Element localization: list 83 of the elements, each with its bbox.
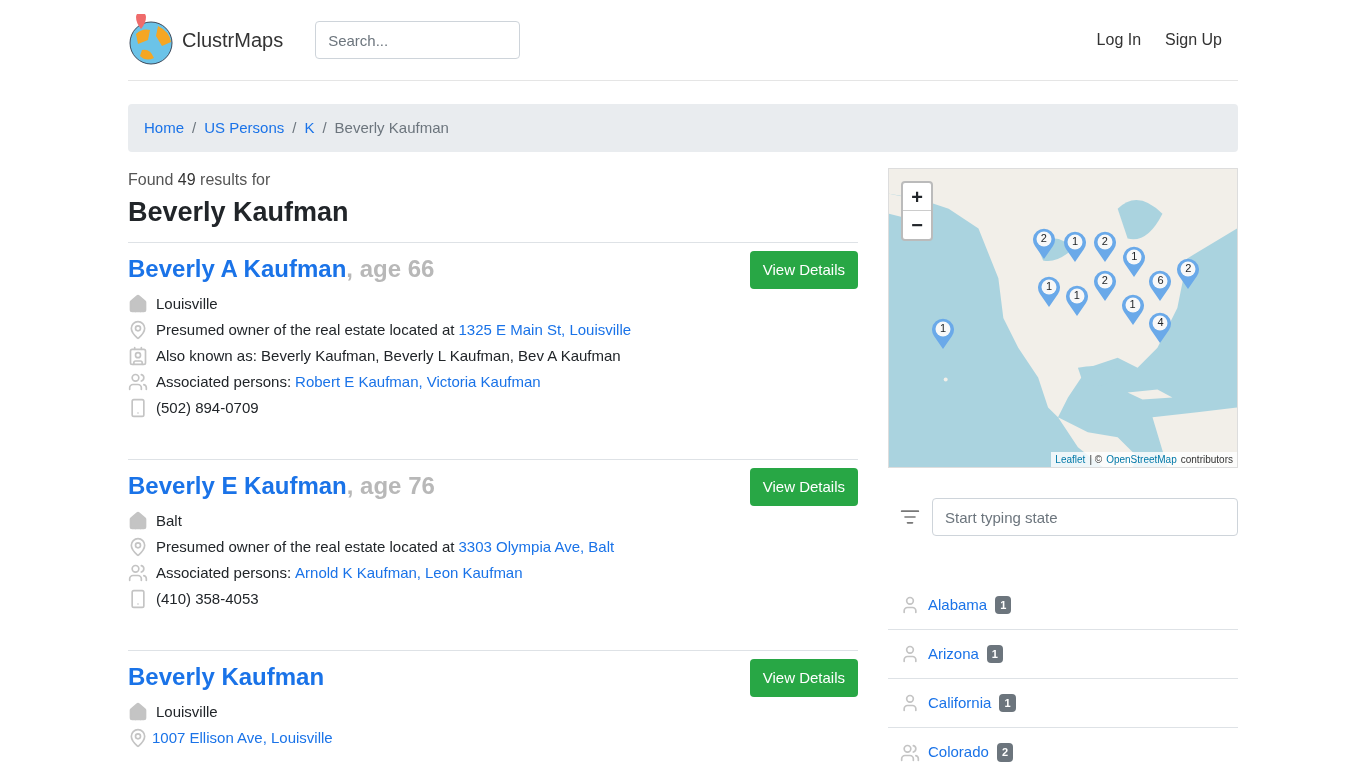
phone-icon <box>128 397 148 418</box>
filter-icon <box>900 507 920 527</box>
breadcrumb-separator: / <box>292 117 297 138</box>
house-icon <box>128 293 148 314</box>
person-name-link[interactable]: Beverly E Kaufman <box>128 471 347 499</box>
attribution-text: contributors <box>1180 453 1233 467</box>
location-pin-icon <box>128 536 148 557</box>
detail-link[interactable]: 1007 Ellison Ave, Louisville <box>152 726 333 749</box>
breadcrumb-separator: / <box>192 117 197 138</box>
view-details-button[interactable]: View Details <box>749 467 858 506</box>
attribution-separator: | © <box>1089 453 1103 467</box>
detail-link[interactable]: 1325 E Main St, Louisville <box>458 318 632 341</box>
house-icon <box>128 510 148 531</box>
breadcrumb-link[interactable]: K <box>304 116 315 140</box>
detail-text: (502) 894-0709 <box>156 397 259 418</box>
person-icon <box>900 644 920 664</box>
zoom-in-button[interactable]: + <box>903 183 931 211</box>
nav-link[interactable]: Sign Up <box>1165 28 1222 52</box>
zoom-out-button[interactable]: − <box>903 211 931 239</box>
person-age: , age 76 <box>346 471 435 499</box>
person-age: , age 66 <box>346 254 435 282</box>
openstreetmap-link[interactable]: OpenStreetMap <box>1106 452 1177 467</box>
breadcrumb-current: Beverly Kaufman <box>334 117 449 138</box>
map-marker[interactable]: 6 <box>1148 270 1173 303</box>
detail-text: Associated persons: <box>156 562 292 583</box>
detail-link[interactable]: Victoria Kaufman <box>426 370 541 393</box>
breadcrumb-link[interactable]: Home <box>144 116 184 140</box>
location-pin-icon <box>128 319 148 340</box>
detail-link[interactable]: 3303 Olympia Ave, Balt <box>458 535 615 558</box>
nav-link[interactable]: Log In <box>1096 28 1142 52</box>
count-badge: 2 <box>996 743 1013 762</box>
detail-text: Presumed owner of the real estate located at <box>156 536 455 557</box>
leaflet-link[interactable]: Leaflet <box>1055 452 1086 467</box>
map-marker[interactable]: 1 <box>1120 293 1145 326</box>
state-link[interactable]: Colorado <box>928 741 989 764</box>
state-link[interactable]: Arizona <box>928 642 979 666</box>
view-details-button[interactable]: View Details <box>749 250 858 289</box>
state-link[interactable]: California <box>928 691 992 715</box>
state-link[interactable]: Alabama <box>928 593 988 617</box>
person-name-link[interactable]: Beverly A Kaufman <box>128 254 347 282</box>
map-marker[interactable]: 2 <box>1176 258 1201 291</box>
people-icon <box>128 371 148 392</box>
count-badge: 1 <box>999 693 1016 713</box>
person-name-link[interactable]: Beverly Kaufman <box>128 662 325 690</box>
map-marker[interactable]: 4 <box>1148 311 1173 344</box>
house-icon <box>128 701 148 722</box>
map-marker[interactable]: 1 <box>1063 231 1088 264</box>
person-icon <box>900 595 920 615</box>
detail-text: Louisville <box>156 293 218 314</box>
location-pin-icon <box>128 727 148 748</box>
phone-icon <box>128 588 148 609</box>
search-query-heading: Beverly Kaufman <box>128 196 858 243</box>
brand-name[interactable]: ClustrMaps <box>182 25 284 55</box>
state-filter-field[interactable]: Start typing state <box>932 498 1238 536</box>
results-summary: Found 49 results for <box>128 170 272 190</box>
map[interactable]: + − 2 1 2 1 1 2 1 1 6 4 2 1 Leaflet | © OpenStreetMap contributors <box>888 168 1238 468</box>
map-marker[interactable]: 2 <box>1092 231 1117 264</box>
detail-link[interactable]: Arnold K Kaufman, <box>295 561 421 584</box>
detail-text: Balt <box>156 510 182 531</box>
detail-text: Associated persons: <box>156 371 292 392</box>
detail-link[interactable]: Robert E Kaufman, <box>295 370 423 393</box>
breadcrumb-link[interactable]: US Persons <box>204 116 285 140</box>
map-marker[interactable]: 2 <box>1092 270 1117 303</box>
map-marker[interactable]: 2 <box>1031 228 1056 261</box>
breadcrumb-separator: / <box>322 117 327 138</box>
map-marker[interactable]: 1 <box>1064 285 1089 317</box>
id-card-icon <box>128 345 148 366</box>
detail-text: Louisville <box>156 701 218 722</box>
map-marker[interactable]: 1 <box>930 317 955 350</box>
view-details-button[interactable]: View Details <box>749 658 858 697</box>
people-icon <box>128 562 148 583</box>
count-badge: 1 <box>986 644 1003 664</box>
count-badge: 1 <box>995 595 1012 615</box>
map-marker[interactable]: 1 <box>1122 246 1147 279</box>
search-field[interactable]: Search... <box>315 21 521 59</box>
detail-text: Also known as: Beverly Kaufman, Beverly L Kaufman, Bev A Kaufman <box>156 345 621 366</box>
detail-text: (410) 358-4053 <box>156 588 259 609</box>
detail-link[interactable]: Leon Kaufman <box>425 561 523 584</box>
globe-logo-icon[interactable] <box>128 14 174 66</box>
map-marker[interactable]: 1 <box>1037 276 1062 309</box>
detail-text: Presumed owner of the real estate located at <box>156 319 455 340</box>
person-icon <box>900 693 920 713</box>
people-icon <box>900 742 920 763</box>
